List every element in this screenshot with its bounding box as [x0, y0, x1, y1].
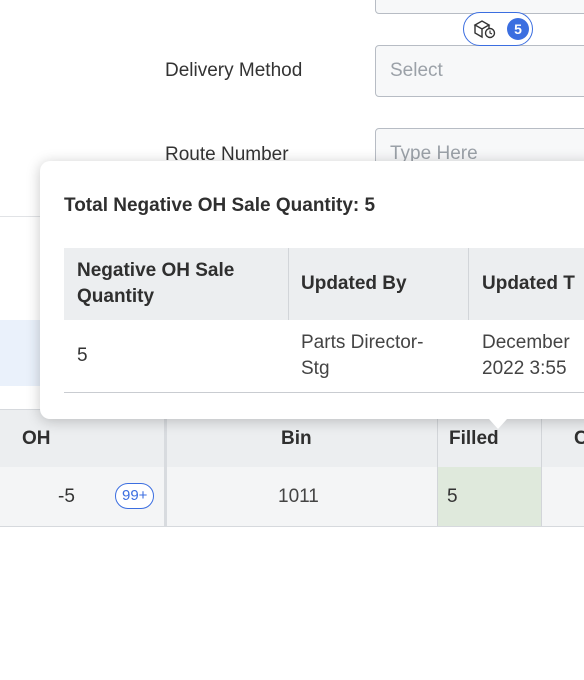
left-selected-row[interactable] [0, 320, 40, 386]
bin-value: 1011 [278, 485, 319, 507]
filled-value: 5 [447, 485, 458, 507]
oh-value: -5 [58, 485, 75, 507]
column-divider [541, 467, 542, 526]
frozen-column-divider [164, 409, 167, 526]
header-updated-time: Updated T [482, 273, 575, 294]
popover-caret [489, 419, 507, 429]
table-row[interactable]: -5 99+ 1011 5 [0, 467, 584, 527]
filled-package-button[interactable]: 5 [463, 12, 533, 46]
popover-title: Total Negative OH Sale Quantity: 5 [64, 195, 376, 216]
oh-count-badge[interactable]: 99+ [115, 483, 155, 509]
delivery-method-label: Delivery Method [165, 60, 303, 81]
updated-by-value: Parts Director- Stg [301, 332, 424, 379]
delivery-method-select[interactable]: Select [375, 45, 584, 97]
negative-oh-popover: Total Negative OH Sale Quantity: 5 Negat… [40, 161, 584, 419]
updated-time-value: December 2022 3:55 [482, 332, 570, 379]
filled-cell: 5 [438, 467, 541, 526]
delivery-method-placeholder: Select [390, 60, 443, 81]
table-row: 5 Parts Director- Stg December 2022 3:55 [64, 320, 584, 393]
package-count-badge: 5 [507, 18, 529, 40]
left-divider [0, 216, 40, 217]
quantity-value: 5 [77, 345, 88, 366]
header-negative-oh-sale-quantity: Negative OH Sale Quantity [77, 260, 235, 307]
package-icon [473, 19, 497, 44]
header-updated-by: Updated By [301, 273, 407, 294]
popover-table-header: Negative OH Sale Quantity Updated By Upd… [64, 248, 584, 321]
column-divider [437, 467, 438, 526]
